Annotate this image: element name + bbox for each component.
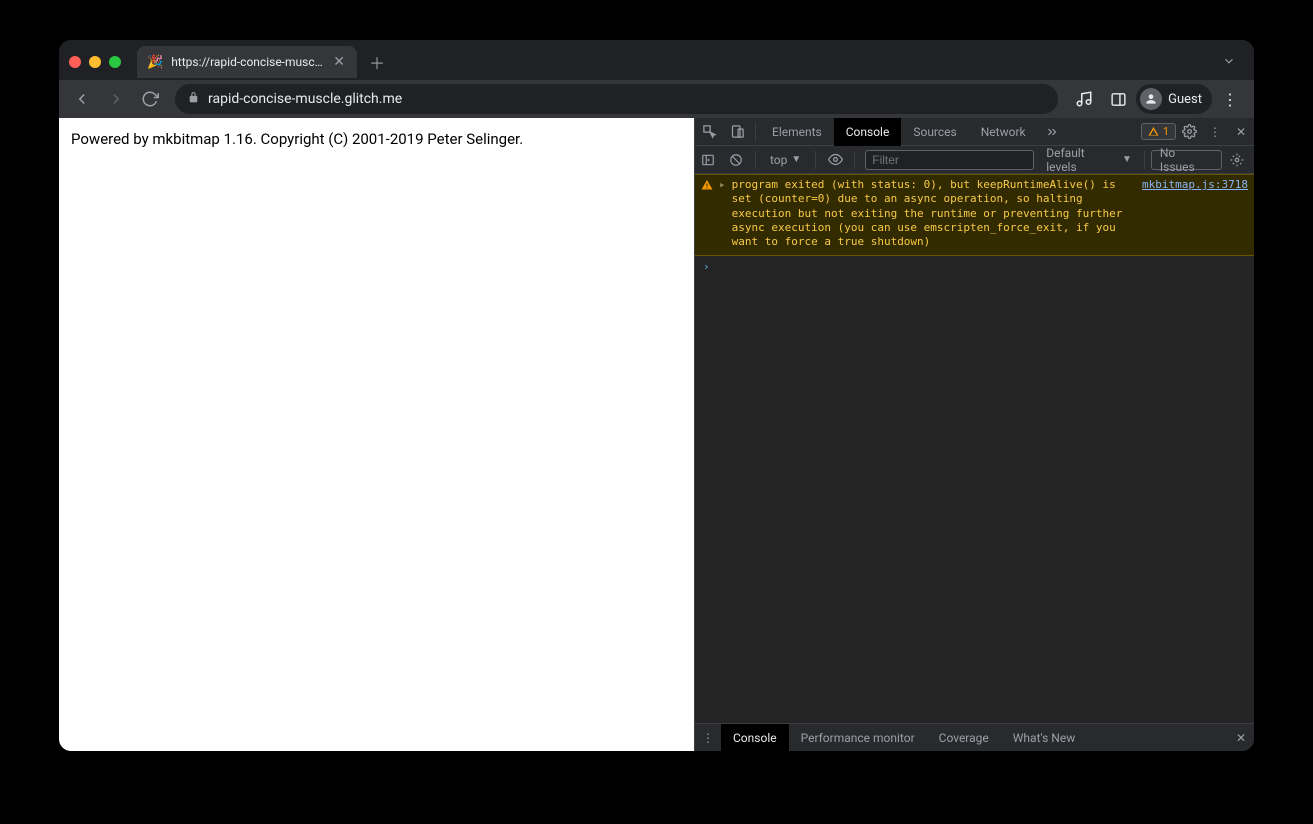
drawer-close-button[interactable]: ✕ [1228, 731, 1254, 745]
execution-context-selector[interactable]: top ▼ [762, 150, 809, 170]
media-control-button[interactable] [1068, 83, 1100, 115]
drawer-tab-coverage[interactable]: Coverage [927, 724, 1001, 752]
profile-label: Guest [1168, 92, 1202, 107]
drawer-tab-whats-new[interactable]: What's New [1001, 724, 1087, 752]
chevron-down-icon: ▼ [1122, 154, 1132, 165]
minimize-window-button[interactable] [89, 56, 101, 68]
devtools-drawer: ⋮ Console Performance monitor Coverage W… [695, 723, 1254, 751]
devtools-panel: Elements Console Sources Network 1 ⋮ ✕ [694, 118, 1254, 751]
tab-bar: 🎉 https://rapid-concise-muscle.g ✕ ＋ [59, 40, 1254, 80]
prompt-caret-icon: › [703, 260, 710, 273]
tab-title: https://rapid-concise-muscle.g [171, 55, 323, 69]
warnings-badge[interactable]: 1 [1141, 123, 1176, 140]
page-text: Powered by mkbitmap 1.16. Copyright (C) … [71, 130, 682, 148]
expand-arrow-icon[interactable]: ▸ [719, 178, 726, 249]
tab-elements[interactable]: Elements [760, 118, 834, 146]
tab-sources[interactable]: Sources [901, 118, 968, 146]
warnings-count: 1 [1163, 125, 1169, 138]
maximize-window-button[interactable] [109, 56, 121, 68]
tab-search-button[interactable] [1222, 53, 1244, 72]
devtools-close-button[interactable]: ✕ [1228, 119, 1254, 145]
console-filter-input[interactable] [865, 150, 1034, 170]
reload-button[interactable] [135, 84, 165, 114]
device-toolbar-button[interactable] [723, 118, 751, 146]
tab-console[interactable]: Console [834, 118, 902, 146]
live-expression-button[interactable] [822, 147, 848, 173]
console-settings-button[interactable] [1224, 147, 1250, 173]
devtools-tabs: Elements Console Sources Network 1 ⋮ ✕ [695, 118, 1254, 146]
console-sidebar-toggle[interactable] [695, 147, 721, 173]
drawer-tab-console[interactable]: Console [721, 724, 789, 752]
avatar-icon [1140, 88, 1162, 110]
window-controls [69, 56, 131, 68]
lock-icon [187, 91, 200, 108]
log-levels-selector[interactable]: Default levels ▼ [1040, 150, 1138, 170]
console-warning-row: ▸ program exited (with status: 0), but k… [695, 174, 1254, 256]
address-bar: rapid-concise-muscle.glitch.me Guest ⋮ [59, 80, 1254, 118]
warning-icon [701, 179, 713, 191]
forward-button[interactable] [101, 84, 131, 114]
console-toolbar: top ▼ Default levels ▼ No Issues [695, 146, 1254, 174]
chevron-down-icon: ▼ [791, 154, 801, 165]
console-source-link[interactable]: mkbitmap.js:3718 [1142, 178, 1248, 249]
content-area: Powered by mkbitmap 1.16. Copyright (C) … [59, 118, 1254, 751]
issues-label: No Issues [1160, 146, 1213, 174]
devtools-menu-button[interactable]: ⋮ [1202, 119, 1228, 145]
drawer-menu-button[interactable]: ⋮ [695, 731, 721, 745]
new-tab-button[interactable]: ＋ [363, 48, 391, 76]
side-panel-button[interactable] [1102, 83, 1134, 115]
profile-button[interactable]: Guest [1136, 84, 1212, 114]
tab-close-button[interactable]: ✕ [331, 54, 347, 70]
browser-window: 🎉 https://rapid-concise-muscle.g ✕ ＋ rap… [59, 40, 1254, 751]
console-input[interactable]: › [695, 256, 1254, 277]
drawer-tab-performance-monitor[interactable]: Performance monitor [789, 724, 927, 752]
context-label: top [770, 153, 787, 167]
favicon-icon: 🎉 [147, 55, 163, 70]
page-viewport: Powered by mkbitmap 1.16. Copyright (C) … [59, 118, 694, 751]
devtools-settings-button[interactable] [1176, 119, 1202, 145]
back-button[interactable] [67, 84, 97, 114]
browser-menu-button[interactable]: ⋮ [1214, 90, 1246, 109]
clear-console-button[interactable] [723, 147, 749, 173]
browser-tab[interactable]: 🎉 https://rapid-concise-muscle.g ✕ [137, 46, 357, 78]
inspect-element-button[interactable] [695, 118, 723, 146]
url-input[interactable]: rapid-concise-muscle.glitch.me [175, 84, 1058, 114]
levels-label: Default levels [1046, 146, 1118, 174]
console-message-text: program exited (with status: 0), but kee… [732, 178, 1136, 249]
console-output: ▸ program exited (with status: 0), but k… [695, 174, 1254, 723]
more-tabs-button[interactable] [1038, 118, 1066, 146]
url-text: rapid-concise-muscle.glitch.me [208, 91, 402, 107]
issues-button[interactable]: No Issues [1151, 150, 1222, 170]
close-window-button[interactable] [69, 56, 81, 68]
tab-network[interactable]: Network [969, 118, 1038, 146]
